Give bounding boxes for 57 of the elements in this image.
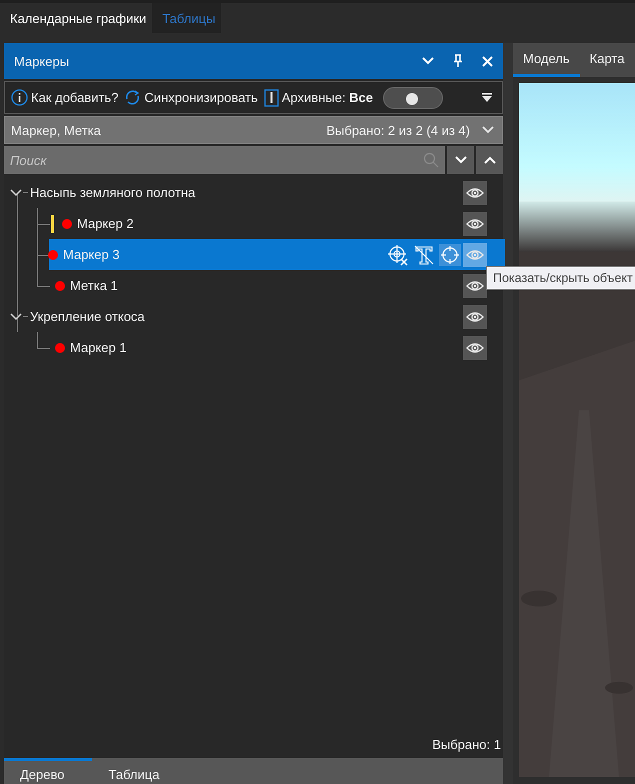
crosshair-icon[interactable]: [387, 244, 409, 266]
tree-item-row[interactable]: Метка 1: [49, 270, 447, 301]
chevron-up-icon: [484, 156, 496, 164]
eye-icon: [466, 186, 484, 198]
search-icon: [423, 152, 439, 168]
tree-item-row[interactable]: Маркер 3: [49, 239, 505, 270]
filter-label: Маркер, Метка: [11, 122, 101, 138]
chevron-down-icon: [454, 156, 466, 164]
view-tab[interactable]: Дерево: [4, 758, 92, 784]
view-tab[interactable]: Таблица: [92, 758, 172, 784]
group-label: Укрепление откоса: [30, 309, 145, 324]
item-label: Метка 1: [70, 278, 118, 293]
visibility-toggle[interactable]: [463, 212, 487, 236]
tree-group-row[interactable]: Укрепление откоса: [24, 301, 447, 332]
info-icon: [11, 89, 28, 106]
chevron-down-icon[interactable]: [10, 188, 22, 196]
document-tab[interactable]: Календарные графики: [0, 3, 152, 33]
archive-toggle[interactable]: [383, 86, 444, 108]
previous-button[interactable]: [476, 146, 503, 174]
filter-bar[interactable]: Маркер, Метка Выбрано: 2 из 2 (4 из 4): [4, 116, 503, 144]
item-label: Маркер 3: [63, 247, 120, 262]
tree-item-row[interactable]: Маркер 2: [49, 208, 447, 239]
visibility-toggle[interactable]: [463, 304, 487, 328]
pin-icon[interactable]: [453, 54, 463, 68]
next-button[interactable]: [447, 146, 474, 174]
visibility-toggle[interactable]: [463, 274, 487, 298]
selection-summary: Выбрано: 2 из 2 (4 из 4): [326, 122, 470, 138]
selection-count: Выбрано: 1: [432, 737, 501, 752]
archive-icon: [264, 88, 279, 106]
eye-icon: [466, 280, 484, 292]
help-button[interactable]: Как добавить?: [11, 89, 118, 106]
text-off-icon[interactable]: [413, 244, 435, 266]
eye-icon: [466, 218, 484, 230]
chevron-down-icon[interactable]: [10, 312, 22, 320]
sync-icon: [124, 89, 142, 106]
item-label: Маркер 1: [70, 340, 127, 355]
item-label: Маркер 2: [77, 216, 134, 231]
tree-item-row[interactable]: Маркер 1: [49, 332, 447, 363]
visibility-toggle[interactable]: [463, 242, 487, 266]
view-tab[interactable]: Карта: [580, 43, 634, 77]
eye-icon: [466, 248, 484, 260]
search-field[interactable]: Поиск: [4, 146, 445, 174]
close-icon[interactable]: [482, 56, 493, 66]
tooltip: Показать/скрыть объект: [486, 266, 635, 290]
visibility-toggle[interactable]: [463, 180, 487, 204]
panel-title: Маркеры: [14, 54, 70, 68]
dropdown-icon[interactable]: [482, 93, 492, 102]
view-tab[interactable]: Модель: [513, 43, 580, 77]
tree-group-row[interactable]: Насыпь земляного полотна: [24, 177, 447, 208]
group-label: Насыпь земляного полотна: [30, 185, 196, 200]
eye-icon: [466, 342, 484, 354]
visibility-toggle[interactable]: [463, 336, 487, 360]
target-icon: [440, 244, 460, 264]
eye-icon: [466, 310, 484, 322]
archive-label: Архивные: Все: [282, 90, 374, 105]
sync-button[interactable]: Синхронизировать: [124, 89, 258, 106]
target-button[interactable]: [439, 244, 461, 266]
